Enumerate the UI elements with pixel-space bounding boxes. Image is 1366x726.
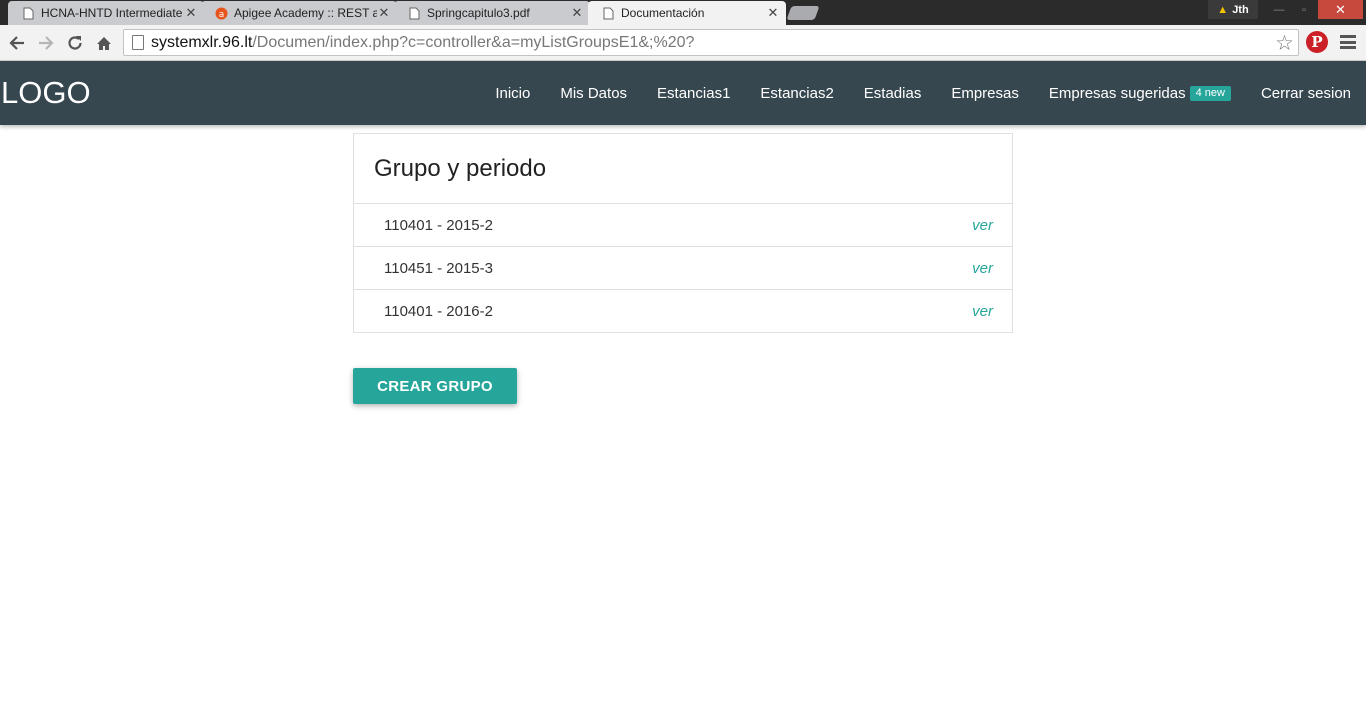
nav-link-label: Estancias2	[760, 84, 834, 102]
list-item: 110401 - 2015-2 ver	[354, 204, 1012, 247]
create-group-button[interactable]: CREAR GRUPO	[353, 368, 517, 404]
nav-link-cerrar-sesion[interactable]: Cerrar sesion	[1246, 85, 1366, 102]
tab-close-icon[interactable]: ✕	[184, 5, 198, 21]
warning-icon: ▲	[1217, 3, 1229, 16]
svg-text:a: a	[219, 10, 225, 20]
url-path: /Documen/index.php?c=controller&a=myList…	[252, 33, 695, 51]
nav-link-label: Empresas sugeridas	[1048, 84, 1186, 102]
tab-title: HCNA-HNTD Intermediate	[41, 6, 183, 20]
page-icon	[602, 7, 615, 20]
home-icon[interactable]	[93, 32, 115, 54]
nav-link-inicio[interactable]: Inicio	[480, 85, 545, 102]
group-period-label: 110401 - 2015-2	[384, 216, 493, 234]
tab-close-icon[interactable]: ✕	[377, 5, 391, 21]
nav-link-label: Inicio	[495, 84, 531, 102]
maximize-icon[interactable]: ▫	[1291, 0, 1317, 19]
profile-name: Jth	[1232, 3, 1249, 16]
browser-toolbar: systemxlr.96.lt/Documen/index.php?c=cont…	[0, 25, 1366, 61]
ver-link[interactable]: ver	[972, 217, 993, 234]
page-info-icon	[132, 35, 144, 50]
tab-close-icon[interactable]: ✕	[570, 5, 584, 21]
nav-link-empresas[interactable]: Empresas	[936, 85, 1034, 102]
chrome-menu-icon[interactable]	[1340, 35, 1356, 49]
reload-icon[interactable]	[64, 32, 86, 54]
new-count-badge: 4 new	[1189, 85, 1231, 101]
browser-tab[interactable]: HCNA-HNTD Intermediate ✕	[8, 1, 204, 25]
nav-link-estadias[interactable]: Estadias	[849, 85, 937, 102]
tab-title: Documentación	[621, 6, 705, 20]
browser-tab[interactable]: a Apigee Academy :: REST ar ✕	[201, 1, 397, 25]
tab-close-icon[interactable]: ✕	[766, 5, 780, 21]
nav-link-label: Estancias1	[657, 84, 731, 102]
nav-link-estancias1[interactable]: Estancias1	[642, 85, 745, 102]
site-logo[interactable]: LOGO	[1, 75, 91, 111]
nav-links: Inicio Mis Datos Estancias1 Estancias2 E…	[480, 61, 1366, 125]
back-icon[interactable]	[6, 32, 28, 54]
url-host: systemxlr.96.lt	[151, 33, 253, 51]
browser-tab-active[interactable]: Documentación ✕	[588, 1, 786, 25]
ver-link[interactable]: ver	[972, 260, 993, 277]
nav-link-label: Mis Datos	[560, 84, 628, 102]
group-period-label: 110401 - 2016-2	[384, 302, 493, 320]
browser-tabstrip: HCNA-HNTD Intermediate ✕ a Apigee Academ…	[0, 0, 1366, 25]
groups-header: Grupo y periodo	[354, 134, 1012, 204]
nav-link-estancias2[interactable]: Estancias2	[745, 85, 848, 102]
ver-link[interactable]: ver	[972, 303, 993, 320]
list-item: 110401 - 2016-2 ver	[354, 290, 1012, 332]
address-bar[interactable]: systemxlr.96.lt/Documen/index.php?c=cont…	[123, 29, 1299, 56]
nav-link-label: Cerrar sesion	[1260, 84, 1351, 102]
apigee-icon: a	[215, 7, 228, 20]
new-tab-button[interactable]	[786, 6, 820, 20]
page-icon	[22, 7, 35, 20]
bookmark-star-icon[interactable]: ☆	[1275, 31, 1294, 56]
site-navbar: LOGO Inicio Mis Datos Estancias1 Estanci…	[0, 61, 1366, 125]
nav-link-empresas-sugeridas[interactable]: Empresas sugeridas 4 new	[1034, 85, 1246, 102]
profile-button[interactable]: ▲ Jth	[1208, 0, 1258, 19]
browser-tab[interactable]: Springcapitulo3.pdf ✕	[394, 1, 590, 25]
nav-link-mis-datos[interactable]: Mis Datos	[545, 85, 642, 102]
minimize-icon[interactable]: —	[1266, 0, 1292, 19]
list-item: 110451 - 2015-3 ver	[354, 247, 1012, 290]
groups-list: Grupo y periodo 110401 - 2015-2 ver 1104…	[353, 133, 1013, 333]
nav-link-label: Empresas	[951, 84, 1019, 102]
nav-link-label: Estadias	[863, 84, 922, 102]
pinterest-icon[interactable]: P	[1306, 31, 1328, 53]
tab-title: Springcapitulo3.pdf	[427, 6, 530, 20]
page-icon	[408, 7, 421, 20]
group-period-label: 110451 - 2015-3	[384, 259, 493, 277]
forward-icon[interactable]	[35, 32, 57, 54]
window-close-icon[interactable]: ✕	[1318, 0, 1363, 19]
tab-title: Apigee Academy :: REST ar	[234, 6, 377, 20]
